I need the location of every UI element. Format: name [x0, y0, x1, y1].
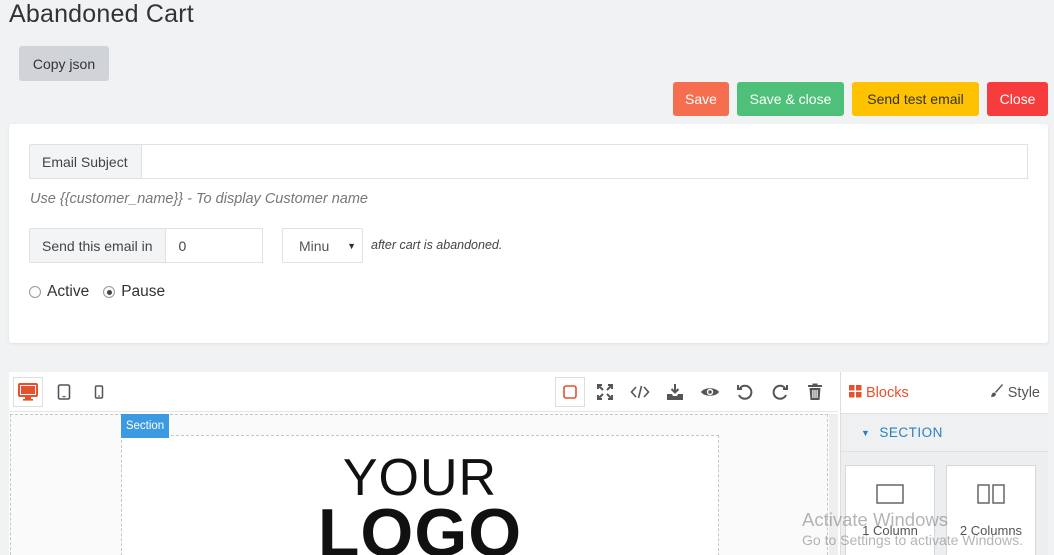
tablet-view-icon[interactable]	[49, 377, 79, 407]
editor-toolbar	[9, 372, 838, 412]
send-test-email-button[interactable]: Send test email	[852, 82, 979, 116]
delay-unit-select[interactable]: Minu ▼	[282, 228, 363, 263]
block-1-column[interactable]: 1 Column	[845, 465, 935, 555]
canvas-scrollbar[interactable]	[829, 414, 838, 555]
send-delay-group: Send this email in	[29, 228, 266, 263]
preview-eye-icon[interactable]	[695, 377, 725, 407]
fullscreen-icon[interactable]	[590, 377, 620, 407]
editor-canvas[interactable]: YOUR LOGO Section	[10, 414, 828, 555]
pause-radio-label[interactable]: Pause	[121, 283, 165, 301]
email-editor: YOUR LOGO Section Blocks Style ▼ SECTION	[9, 372, 1048, 555]
section-block[interactable]: YOUR LOGO	[121, 435, 719, 555]
email-subject-input[interactable]	[142, 144, 1028, 179]
pause-radio[interactable]	[103, 286, 116, 298]
copy-json-button[interactable]: Copy json	[19, 46, 109, 81]
after-cart-text: after cart is abandoned.	[371, 238, 503, 252]
undo-icon[interactable]	[730, 377, 760, 407]
send-delay-label: Send this email in	[29, 228, 166, 263]
send-delay-input[interactable]	[165, 228, 263, 263]
caret-down-icon: ▼	[347, 241, 356, 251]
save-close-button[interactable]: Save & close	[737, 82, 844, 116]
mobile-view-icon[interactable]	[84, 377, 114, 407]
tab-style[interactable]: Style	[990, 384, 1040, 401]
tab-blocks-label: Blocks	[866, 384, 909, 401]
logo-text-logo: LOGO	[317, 495, 523, 555]
tab-blocks[interactable]: Blocks	[849, 384, 909, 401]
subject-hint: Use {{customer_name}} - To display Custo…	[30, 191, 368, 207]
block-1-column-label: 1 Column	[862, 523, 918, 538]
email-subject-group: Email Subject	[29, 144, 1028, 179]
settings-card: Email Subject Use {{customer_name}} - To…	[9, 124, 1048, 343]
trash-icon[interactable]	[800, 377, 830, 407]
block-2-columns-label: 2 Columns	[959, 523, 1023, 538]
one-column-icon	[876, 484, 904, 507]
block-2-columns[interactable]: 2 Columns	[946, 465, 1036, 555]
active-radio[interactable]	[29, 286, 41, 298]
save-button[interactable]: Save	[673, 82, 729, 116]
code-view-icon[interactable]	[625, 377, 655, 407]
page-title: Abandoned Cart	[9, 0, 194, 28]
component-outline-icon[interactable]	[555, 377, 585, 407]
caret-down-icon: ▼	[861, 427, 871, 438]
desktop-view-icon[interactable]	[13, 377, 43, 407]
redo-icon[interactable]	[765, 377, 795, 407]
import-icon[interactable]	[660, 377, 690, 407]
panel-tabs: Blocks Style	[841, 372, 1048, 414]
grid-blocks-icon	[849, 384, 862, 401]
email-subject-label: Email Subject	[29, 144, 142, 179]
blocks-panel: Blocks Style ▼ SECTION 1 Column 2 Column…	[840, 372, 1048, 555]
close-button[interactable]: Close	[987, 82, 1048, 116]
section-badge[interactable]: Section	[121, 414, 169, 438]
tab-style-label: Style	[1007, 384, 1040, 401]
two-columns-icon	[977, 484, 1005, 507]
section-category-header[interactable]: ▼ SECTION	[841, 414, 1048, 452]
active-radio-label[interactable]: Active	[47, 283, 89, 301]
delay-unit-value: Minu	[299, 237, 330, 254]
paintbrush-icon	[990, 384, 1004, 401]
status-radio-group: Active Pause	[29, 283, 179, 301]
section-category-label: SECTION	[879, 425, 943, 440]
